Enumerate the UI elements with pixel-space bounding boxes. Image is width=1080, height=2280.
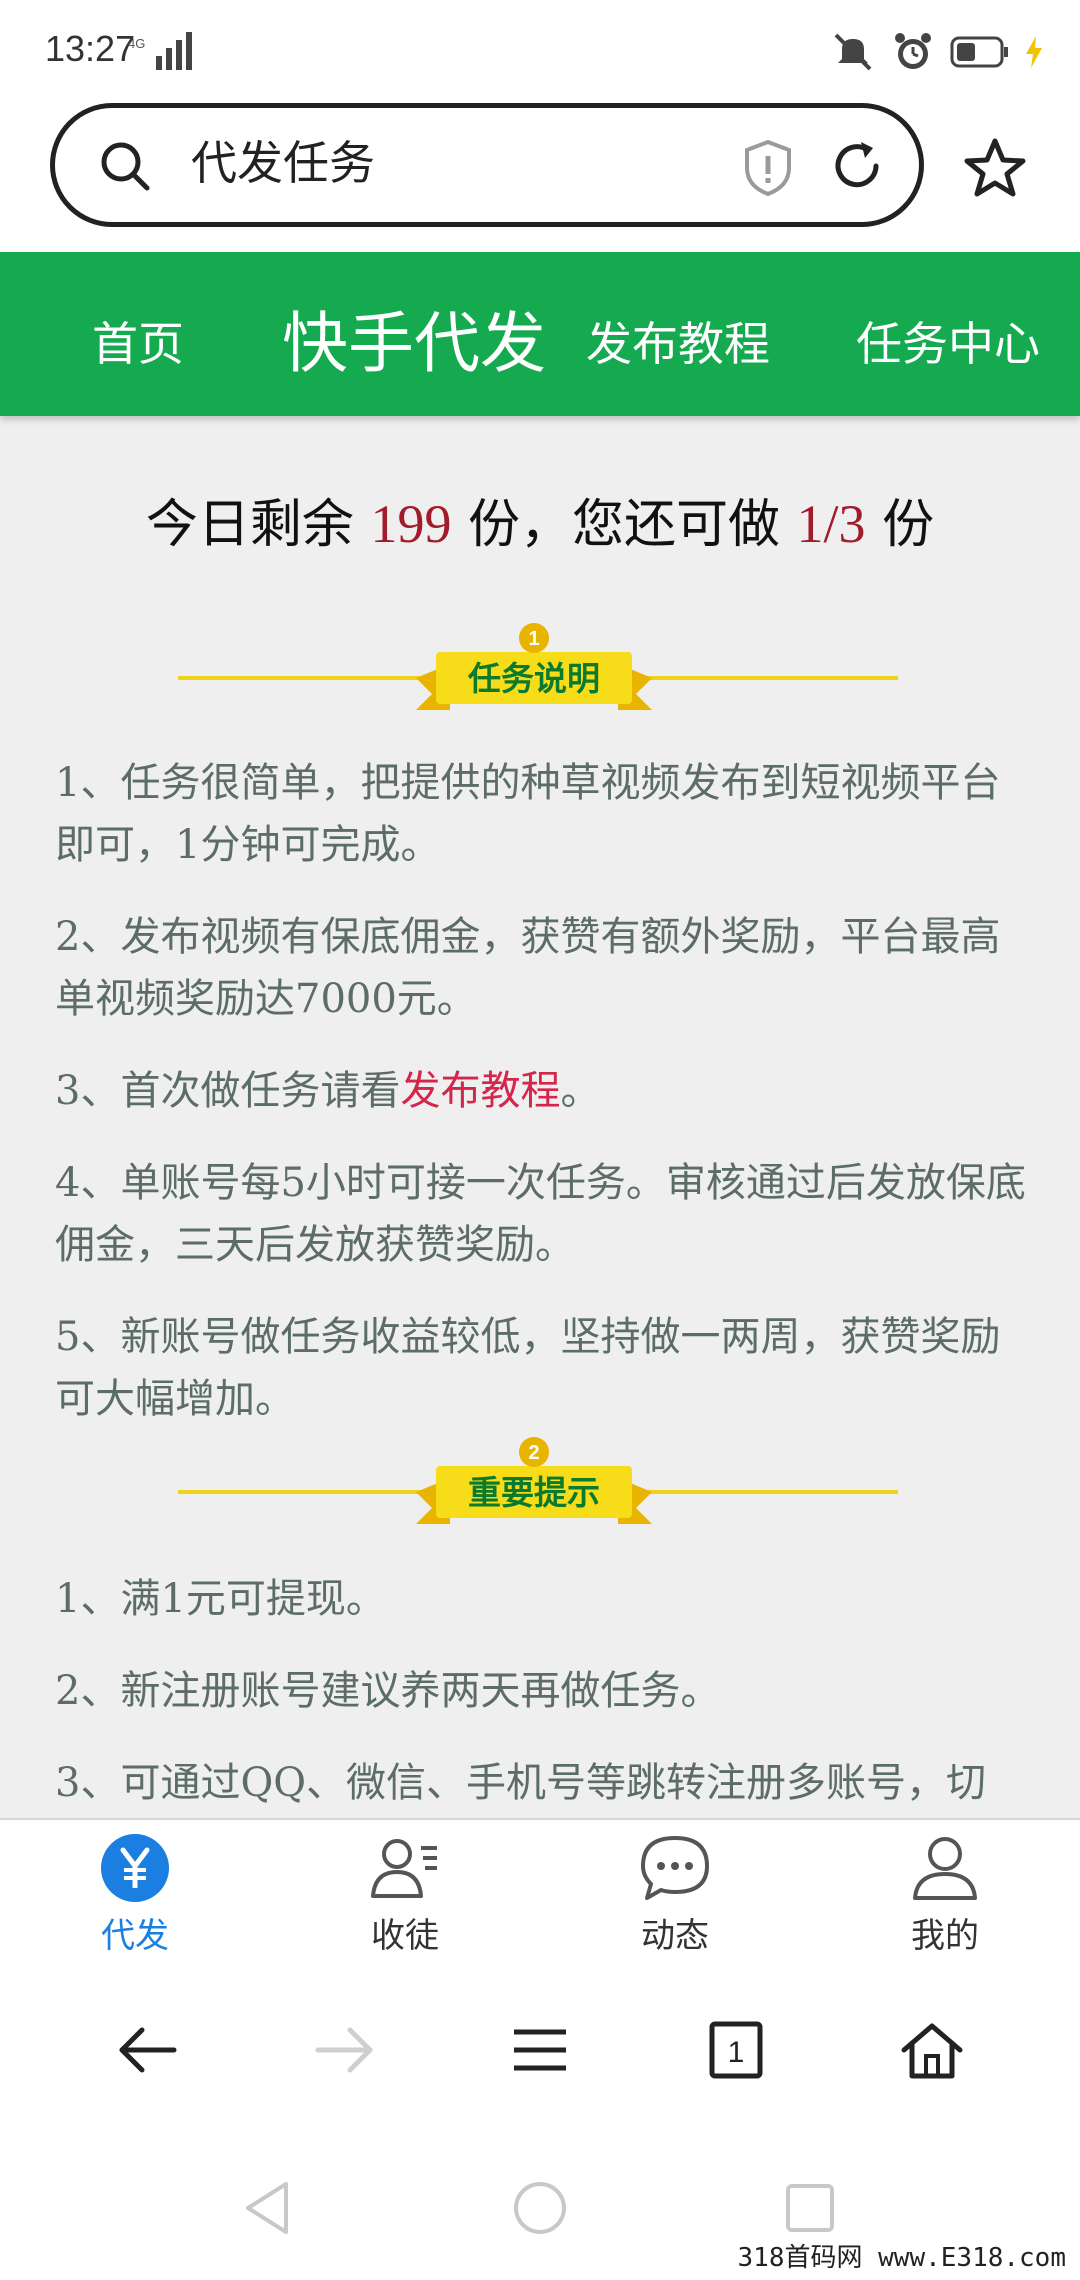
- signal-icon: 4G: [128, 32, 192, 70]
- home-icon[interactable]: [900, 2020, 964, 2080]
- remain-ratio: 1/3: [796, 494, 866, 554]
- section-header-task-description: 1 任务说明: [178, 622, 898, 722]
- nav-brand-title[interactable]: 快手代发: [282, 290, 546, 386]
- nav-task-center[interactable]: 任务中心: [856, 308, 1040, 374]
- section-title: 重要提示: [468, 1473, 600, 1512]
- alarm-icon: [895, 33, 931, 69]
- tab-label: 收徒: [371, 1916, 439, 1956]
- yuan-icon: [101, 1834, 169, 1902]
- tutorial-link[interactable]: 发布教程: [400, 1068, 560, 1114]
- list-item: 2、发布视频有保底佣金，获赞有额外奖励，平台最高单视频奖励达7000元。: [55, 914, 1001, 1022]
- bottom-tab-bar: 代发 收徒 动态 我的: [0, 1818, 1080, 1970]
- remain-count: 199: [370, 494, 452, 554]
- tab-count: 1: [728, 2036, 745, 2069]
- status-icons: [830, 28, 1044, 76]
- tab-dongtai[interactable]: 动态: [585, 1832, 765, 1957]
- shield-icon[interactable]: [741, 138, 795, 198]
- remaining-quota: 今日剩余 199 份，您还可做 1/3 份: [0, 482, 1080, 557]
- remain-suffix: 份: [882, 495, 935, 555]
- tab-daifa[interactable]: 代发: [45, 1832, 225, 1957]
- tab-wode[interactable]: 我的: [855, 1832, 1035, 1957]
- list-item-text: 3、首次做任务请看: [55, 1068, 401, 1114]
- reload-icon[interactable]: [827, 136, 887, 196]
- browser-bottom-bar: 1: [0, 1968, 1080, 2128]
- tab-shoutu[interactable]: 收徒: [315, 1832, 495, 1957]
- list-item: 1、任务很简单，把提供的种草视频发布到短视频平台即可，1分钟可完成。: [55, 760, 1001, 868]
- tab-label: 我的: [911, 1916, 979, 1956]
- status-time: 13:27: [45, 28, 136, 69]
- tabs-count-icon[interactable]: 1: [704, 2020, 768, 2080]
- top-nav: 首页 快手代发 发布教程 任务中心: [0, 252, 1080, 416]
- user-icon: [913, 1837, 977, 1900]
- nav-home[interactable]: 首页: [92, 308, 184, 374]
- system-home-icon[interactable]: [512, 2180, 568, 2236]
- system-nav-bar: 318首码网 www.E318.com: [0, 2128, 1080, 2280]
- browser-toolbar: 代发任务: [0, 100, 1080, 252]
- list-item: 4、单账号每5小时可接一次任务。审核通过后发放保底佣金，三天后发放获赞奖励。: [55, 1160, 1026, 1268]
- list-item: 1、满1元可提现。: [55, 1576, 386, 1622]
- battery-icon: [950, 36, 1008, 68]
- badge-number: 2: [528, 1442, 539, 1464]
- system-recents-icon[interactable]: [784, 2182, 836, 2234]
- network-type-label: 4G: [128, 36, 145, 51]
- address-bar[interactable]: 代发任务: [50, 103, 924, 227]
- address-text[interactable]: 代发任务: [191, 132, 375, 194]
- status-bar: 13:27 4G: [0, 0, 1080, 100]
- list-item: 5、新账号做任务收益较低，坚持做一两周，获赞奖励可大幅增加。: [55, 1314, 1001, 1422]
- watermark: 318首码网 www.E318.com: [737, 2243, 1066, 2273]
- list-item: 2、新注册账号建议养两天再做任务。: [55, 1668, 721, 1714]
- tab-label: 动态: [641, 1916, 709, 1956]
- list-item-end: 。: [560, 1068, 601, 1114]
- chat-bubble-icon: [641, 1836, 709, 1900]
- badge-number: 1: [528, 628, 539, 650]
- charging-icon: [1026, 36, 1042, 68]
- remain-mid: 份，您还可做: [467, 495, 780, 555]
- search-icon: [101, 142, 150, 191]
- menu-icon[interactable]: [508, 2020, 572, 2080]
- back-arrow-icon[interactable]: [116, 2020, 180, 2080]
- nav-tutorial[interactable]: 发布教程: [586, 308, 770, 374]
- remain-prefix: 今日剩余: [145, 495, 354, 555]
- mute-vibrate-icon: [834, 33, 872, 71]
- tab-label: 代发: [101, 1916, 169, 1956]
- star-icon[interactable]: [962, 136, 1028, 200]
- section-title: 任务说明: [468, 659, 600, 698]
- list-item: 3、首次做任务请看发布教程。: [55, 1060, 1035, 1122]
- section-header-important-tips: 2 重要提示: [178, 1436, 898, 1536]
- forward-arrow-icon[interactable]: [312, 2020, 376, 2080]
- system-back-icon[interactable]: [240, 2180, 296, 2236]
- list-item: 3、可通过QQ、微信、手机号等跳转注册多账号，切: [55, 1760, 987, 1806]
- contacts-icon: [371, 1839, 437, 1898]
